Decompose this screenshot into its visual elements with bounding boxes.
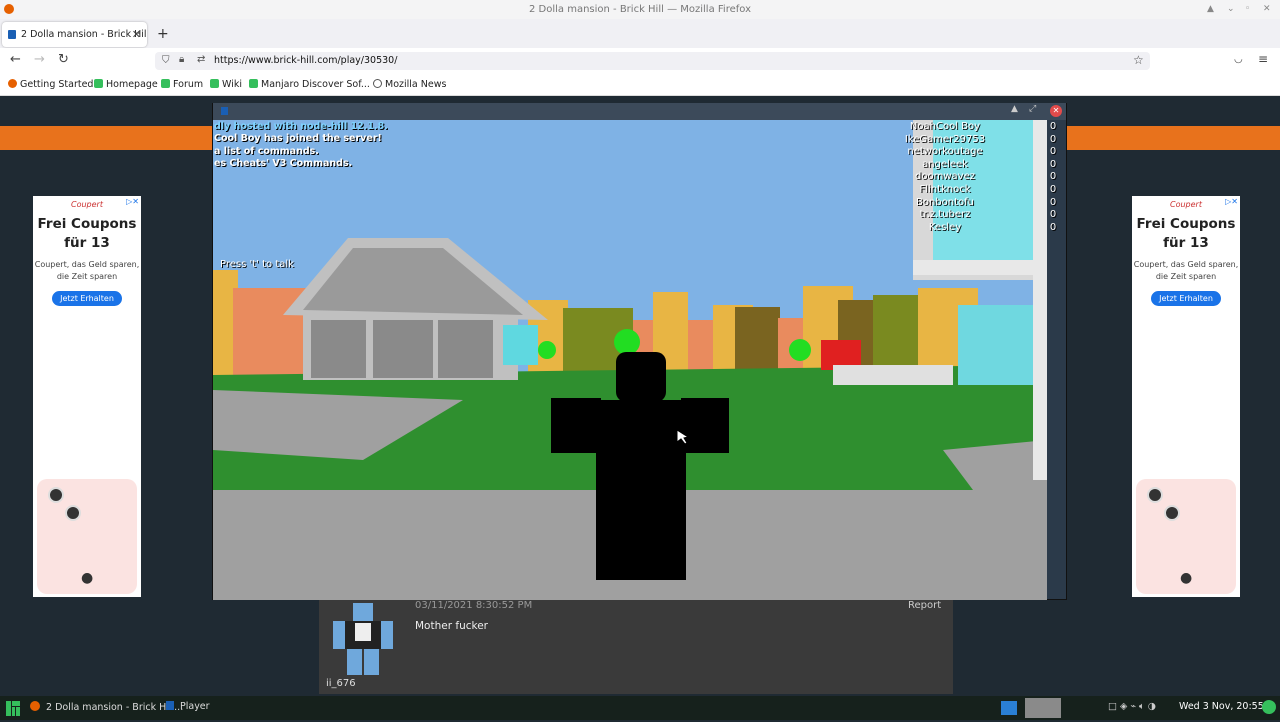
ad-left[interactable]: ▷✕ Coupert Frei Coupons für 13 Coupert, … [33, 196, 141, 597]
lock-icon[interactable]: 🔒︎ [179, 54, 184, 65]
player-name: angeleek [922, 158, 968, 170]
ad-headline: Frei Coupons für 13 [37, 216, 137, 251]
chat-line-4: es Cheats' V3 Commands. [214, 158, 353, 169]
close-tab-icon[interactable]: ✕ [132, 22, 141, 47]
player-name: Flintknock [919, 183, 971, 195]
comment-card [319, 598, 953, 694]
close-window-icon[interactable]: ◦ [1245, 0, 1250, 19]
player-score: 0 [1049, 146, 1057, 158]
window-title: 2 Dolla mansion - Brick Hill — Mozilla F… [528, 4, 751, 15]
tray-icons[interactable]: □ ◈ ⌁ 🔈︎ ◑ [1108, 701, 1156, 712]
avatar[interactable] [331, 601, 395, 679]
manjaro-icon [94, 79, 103, 88]
bookmark-star-icon[interactable]: ☆ [1133, 53, 1144, 67]
manjaro-icon [210, 79, 219, 88]
player-score: 0 [1049, 121, 1057, 132]
brickhill-icon [166, 701, 174, 710]
player-score: 0 [1049, 221, 1057, 233]
update-icon[interactable] [1262, 700, 1276, 714]
bookmark-homepage[interactable]: Homepage [94, 79, 158, 90]
player-score: 0 [1049, 158, 1057, 170]
game-window-titlebar: ▲ ⤢ ✕ [213, 103, 1066, 120]
ad-cta-button[interactable]: Jetzt Erhalten [1151, 291, 1221, 306]
player-name: tr.z.tuberz [919, 209, 971, 221]
apple-logo-icon: ● [81, 570, 94, 586]
game-app-icon [221, 107, 228, 115]
talk-hint: Press 't' to talk [220, 259, 294, 270]
minimize-icon[interactable]: ▲ [1207, 0, 1214, 19]
player-list: NoahCool Boy IkeGamer29753 networkoutage… [900, 121, 990, 234]
comment-username[interactable]: ii_676 [326, 678, 356, 689]
bookmark-getting-started[interactable]: Getting Started [8, 79, 93, 90]
phone-image: ● [1136, 479, 1236, 594]
chat-line-2: Cool Boy has joined the server! [214, 133, 382, 144]
menu-icon[interactable]: ≡ [1258, 52, 1268, 66]
player-score: 0 [1049, 171, 1057, 183]
ad-close-icon[interactable]: ▷✕ [126, 197, 139, 206]
ad-brand: Coupert [71, 200, 103, 209]
player-scores: 0 0 0 0 0 0 0 0 0 [1047, 121, 1059, 234]
player-name: NoahCool Boy [909, 121, 981, 132]
game-maximize-icon[interactable]: ⤢ [1029, 104, 1036, 114]
bookmark-manjaro-discover[interactable]: Manjaro Discover Sof... [249, 79, 370, 90]
apple-logo-icon: ● [1180, 570, 1193, 586]
phone-image: ● [37, 479, 137, 594]
task-firefox[interactable]: 2 Dolla mansion - Brick Hill... [30, 701, 183, 713]
bookmark-wiki[interactable]: Wiki [210, 79, 242, 90]
ad-body: Coupert, das Geld sparen, die Zeit spare… [1133, 260, 1239, 281]
report-link[interactable]: Report [908, 600, 941, 611]
comment-date: 03/11/2021 8:30:52 PM [415, 600, 533, 611]
tab-title: 2 Dolla mansion - Brick Hill [21, 29, 147, 40]
manjaro-icon [249, 79, 258, 88]
player-score: 0 [1049, 133, 1057, 145]
chat-line-1: dly hosted with node-hill 12.1.8. [214, 121, 388, 132]
player-name: networkoutage [907, 146, 983, 158]
new-tab-icon[interactable]: + [157, 26, 169, 42]
player-score: 0 [1049, 183, 1057, 195]
player-name: IkeGamer29753 [904, 133, 986, 145]
firefox-icon [4, 4, 14, 14]
tab-strip [0, 19, 1280, 48]
permissions-icon[interactable]: ⇄ [197, 54, 205, 65]
tab-active[interactable]: 2 Dolla mansion - Brick Hill ✕ [2, 22, 147, 47]
manjaro-menu-icon[interactable] [4, 698, 22, 718]
shield-icon[interactable]: ⛉ [162, 55, 170, 66]
ad-body: Coupert, das Geld sparen, die Zeit spare… [34, 260, 140, 281]
manjaro-icon [161, 79, 170, 88]
clock[interactable]: Wed 3 Nov, 20:55 [1179, 701, 1264, 712]
chat-line-3: a list of commands. [214, 146, 319, 157]
forward-icon[interactable]: → [34, 52, 45, 67]
player-name: Kesley [928, 221, 962, 233]
player-name: Bonbontofu [915, 196, 975, 208]
game-close-icon[interactable]: ✕ [1050, 105, 1062, 117]
brickhill-favicon-icon [8, 30, 16, 39]
bookmark-forum[interactable]: Forum [161, 79, 203, 90]
url-text[interactable]: https://www.brick-hill.com/play/30530/ [214, 55, 397, 66]
pocket-icon[interactable]: ◡ [1234, 54, 1243, 65]
player-score: 0 [1049, 196, 1057, 208]
close-window-icon-2[interactable]: ✕ [1263, 0, 1271, 19]
ad-right[interactable]: ▷✕ Coupert Frei Coupons für 13 Coupert, … [1132, 196, 1240, 597]
restore-icon[interactable]: ⌄ [1227, 0, 1235, 19]
globe-icon [373, 79, 382, 88]
player-score: 0 [1049, 209, 1057, 221]
task-player[interactable]: Player [166, 701, 210, 712]
firefox-icon [8, 79, 17, 88]
ad-brand: Coupert [1170, 200, 1202, 209]
ad-headline: Frei Coupons für 13 [1136, 216, 1236, 251]
bookmark-mozilla-news[interactable]: Mozilla News [373, 79, 446, 90]
desktop-pager-icon[interactable] [1001, 701, 1017, 715]
reload-icon[interactable]: ↻ [58, 52, 69, 67]
window-titlebar: 2 Dolla mansion - Brick Hill — Mozilla F… [0, 0, 1280, 19]
ad-close-icon[interactable]: ▷✕ [1225, 197, 1238, 206]
player-name: doomwavez [915, 171, 975, 183]
ad-cta-button[interactable]: Jetzt Erhalten [52, 291, 122, 306]
comment-text: Mother fucker [415, 620, 488, 632]
window-preview-icon[interactable] [1025, 698, 1061, 718]
back-icon[interactable]: ← [10, 52, 21, 67]
game-minimize-icon[interactable]: ▲ [1011, 104, 1018, 114]
firefox-icon [30, 701, 40, 711]
